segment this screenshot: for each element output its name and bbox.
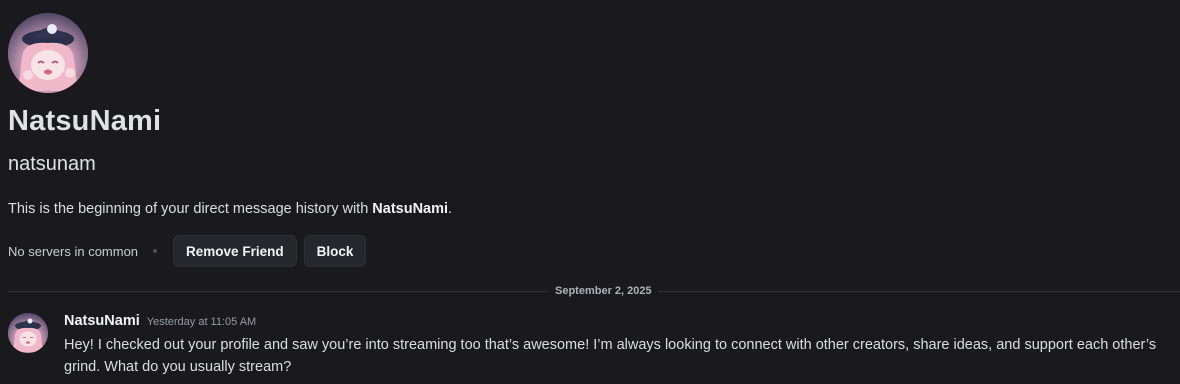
intro-suffix: . <box>448 201 453 217</box>
block-button[interactable]: Block <box>303 235 367 267</box>
profile-username: natsunam <box>8 153 96 175</box>
message-header: NatsuNami Yesterday at 11:05 AM <box>64 313 256 329</box>
message-timestamp: Yesterday at 11:05 AM <box>146 316 257 328</box>
intro-prefix: This is the beginning of your direct mes… <box>8 201 373 217</box>
profile-avatar[interactable] <box>8 13 88 93</box>
intro-name: NatsuNami <box>372 201 449 217</box>
profile-actions: No servers in common Remove Friend Block <box>8 235 373 267</box>
avatar-image <box>8 313 48 353</box>
avatar-image <box>8 13 88 93</box>
dm-channel: NatsuNami natsunam This is the beginning… <box>0 0 1180 384</box>
profile-display-name: NatsuNami <box>8 105 162 137</box>
date-divider-label: September 2, 2025 <box>548 284 659 298</box>
remove-friend-button[interactable]: Remove Friend <box>173 235 297 267</box>
mutual-servers-text: No servers in common <box>8 243 139 259</box>
message-author[interactable]: NatsuNami <box>64 313 140 329</box>
separator-dot <box>153 249 158 253</box>
dm-intro-text: This is the beginning of your direct mes… <box>8 199 452 219</box>
message-author-avatar[interactable] <box>8 313 48 353</box>
message-text: Hey! I checked out your profile and saw … <box>64 337 1157 375</box>
